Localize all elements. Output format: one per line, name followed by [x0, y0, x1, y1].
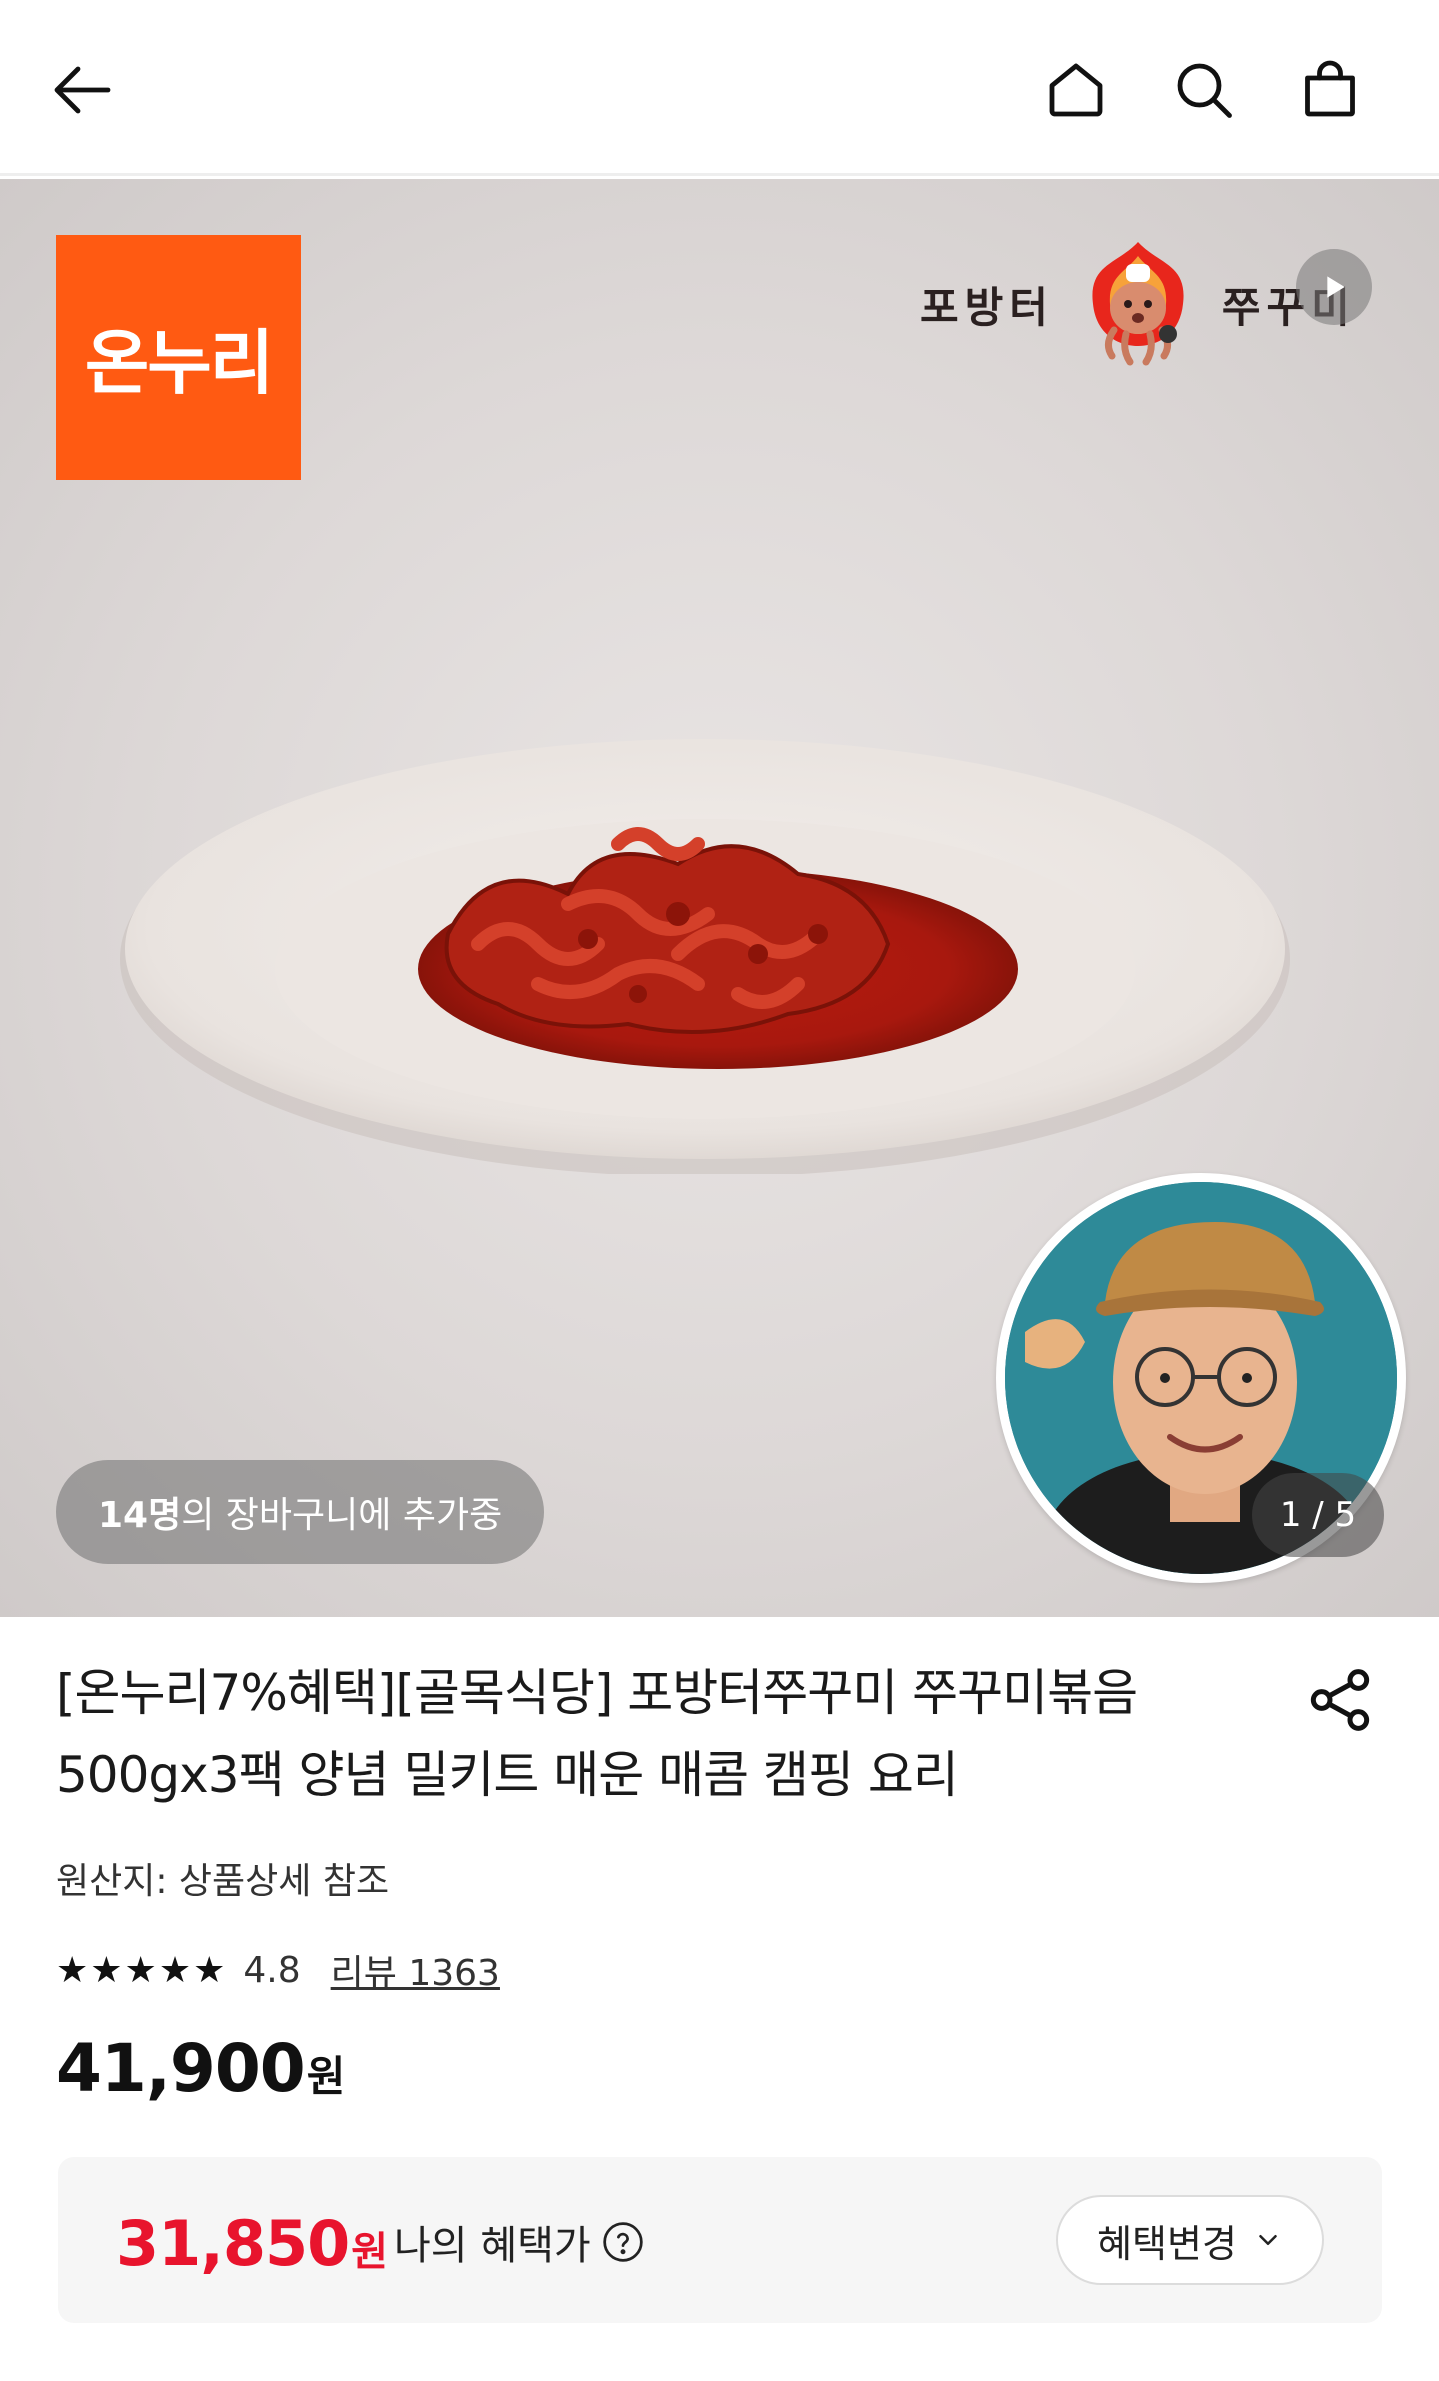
chevron-down-icon	[1259, 2235, 1277, 2245]
brand-logo: 온누리	[56, 235, 301, 480]
benefit-price-unit: 원	[351, 2229, 389, 2275]
benefit-price-value: 31,850	[116, 2207, 350, 2280]
food-plate-image	[120, 739, 1290, 1174]
home-button[interactable]	[1036, 50, 1116, 130]
share-button[interactable]	[1300, 1660, 1380, 1740]
search-icon	[1177, 63, 1232, 118]
benefit-price-box: 31,850 원 나의 혜택가 혜택변경	[58, 2157, 1382, 2323]
cart-button[interactable]	[1290, 50, 1370, 130]
cart-count: 14명	[98, 1495, 182, 1536]
product-title: [온누리7%혜택][골목식당] 포방터쭈꾸미 쭈꾸미볶음 500gx3팩 양념 …	[56, 1664, 1138, 1804]
benefit-price: 31,850 원	[116, 2207, 388, 2280]
search-button[interactable]	[1164, 50, 1244, 130]
benefit-change-button[interactable]: 혜택변경	[1056, 2195, 1324, 2285]
brand-logo-text: 온누리	[84, 322, 274, 404]
benefit-label-row: 나의 혜택가	[394, 2213, 645, 2271]
play-video-button[interactable]	[1296, 249, 1372, 325]
review-link[interactable]: 리뷰 1363	[331, 1944, 500, 1996]
product-image-carousel[interactable]: 온누리 포방터 쭈꾸미 14명 의 장바구니에 추가중 1 / 5	[0, 179, 1439, 1617]
benefit-change-label: 혜택변경	[1097, 2221, 1237, 2266]
octopus-mascot-icon	[1092, 242, 1184, 366]
price-unit: 원	[306, 2052, 346, 2101]
shopping-bag-icon	[1305, 60, 1355, 117]
help-question-icon[interactable]	[601, 2220, 645, 2264]
cart-suffix: 의 장바구니에 추가중	[181, 1495, 503, 1536]
star-rating-icon: ★★★★★	[56, 1949, 228, 1991]
image-counter: 1 / 5	[1252, 1473, 1384, 1557]
origin-info: 원산지: 상품상세 참조	[56, 1861, 390, 1902]
benefit-label: 나의 혜택가	[394, 2223, 591, 2269]
back-button[interactable]	[44, 50, 124, 130]
home-icon	[1049, 63, 1103, 117]
shop-sign-left: 포방터	[920, 282, 1054, 332]
rating-score: 4.8	[243, 1949, 301, 1991]
image-counter-text: 1 / 5	[1279, 1495, 1357, 1535]
share-icon	[1310, 1669, 1370, 1731]
top-navigation-bar	[0, 0, 1439, 176]
back-arrow-icon	[54, 66, 111, 114]
play-icon	[1327, 276, 1345, 298]
rating-row: ★★★★★ 4.8 리뷰 1363	[56, 1940, 500, 2000]
price-value: 41,900	[56, 2030, 306, 2107]
original-price: 41,900 원	[56, 2030, 345, 2107]
cart-activity-badge: 14명 의 장바구니에 추가중	[56, 1460, 545, 1564]
